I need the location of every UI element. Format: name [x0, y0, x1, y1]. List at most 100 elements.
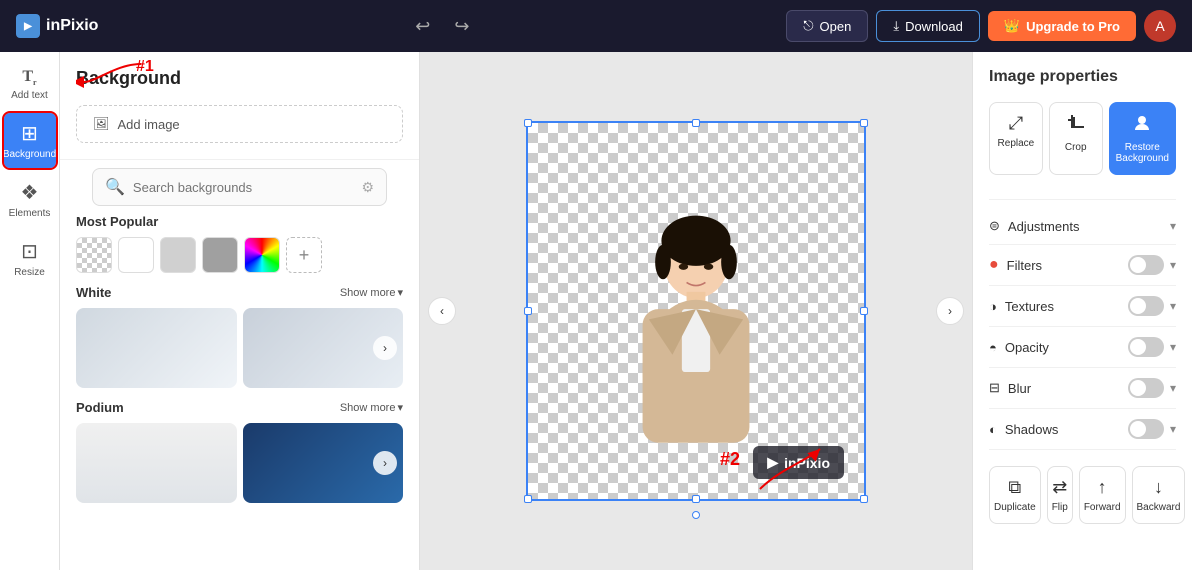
podium-arrow-btn[interactable]: ›: [373, 451, 397, 475]
opacity-toggle[interactable]: [1128, 337, 1164, 357]
handle-tl[interactable]: [524, 119, 532, 127]
shadows-row: ◐ Shadows ▾: [989, 409, 1176, 450]
forward-icon: ↑: [1098, 477, 1107, 498]
shadows-controls: ▾: [1128, 419, 1176, 439]
open-label: Open: [820, 19, 852, 34]
white-image-2[interactable]: ›: [243, 308, 404, 388]
flip-label: Flip: [1052, 502, 1068, 513]
upgrade-button[interactable]: 👑 Upgrade to Pro: [988, 11, 1136, 41]
resize-icon: ⊡: [21, 239, 38, 264]
blur-chevron[interactable]: ▾: [1170, 381, 1176, 395]
avatar[interactable]: A: [1144, 10, 1176, 42]
upgrade-label: Upgrade to Pro: [1026, 19, 1120, 34]
swatch-rainbow[interactable]: [244, 237, 280, 273]
podium-image-1[interactable]: [76, 423, 237, 503]
handle-bm[interactable]: [692, 495, 700, 503]
forward-button[interactable]: ↑ Forward: [1079, 466, 1126, 524]
blur-icon: ⊟: [989, 380, 1000, 396]
color-swatches: +: [76, 237, 403, 273]
swatch-transparent[interactable]: [76, 237, 112, 273]
podium-image-2[interactable]: ›: [243, 423, 404, 503]
adjustments-controls: ▾: [1170, 219, 1176, 233]
replace-button[interactable]: ⤢ Replace: [989, 102, 1043, 175]
handle-bottom-center[interactable]: [692, 511, 700, 519]
add-image-label: Add image: [118, 117, 180, 132]
white-image-1[interactable]: [76, 308, 237, 388]
white-arrow-btn[interactable]: ›: [373, 336, 397, 360]
adjustments-icon: ⊜: [989, 218, 1000, 234]
restore-bg-button[interactable]: Restore Background: [1109, 102, 1176, 175]
blur-toggle[interactable]: [1128, 378, 1164, 398]
adjustments-chevron[interactable]: ▾: [1170, 219, 1176, 233]
filters-toggle[interactable]: [1128, 255, 1164, 275]
action-buttons: ⤢ Replace Crop Restore Background: [989, 102, 1176, 175]
podium-show-more[interactable]: Show more ▾: [340, 401, 403, 414]
duplicate-button[interactable]: ⧉ Duplicate: [989, 466, 1041, 524]
crop-button[interactable]: Crop: [1049, 102, 1103, 175]
white-show-more[interactable]: Show more ▾: [340, 286, 403, 299]
sidebar-item-add-text[interactable]: Tr Add text: [4, 60, 56, 109]
filters-label: ● Filters: [989, 256, 1042, 274]
logo-icon: ▶: [16, 14, 40, 38]
bottom-actions: ⧉ Duplicate ⇄ Flip ↑ Forward ↓ Backward: [989, 466, 1176, 524]
crop-label: Crop: [1065, 142, 1087, 153]
open-button[interactable]: ⎋ Open: [786, 10, 868, 42]
search-bar: 🔍 ⚙: [92, 168, 387, 206]
swatch-gray[interactable]: [202, 237, 238, 273]
download-button[interactable]: ⤓ Download: [876, 10, 980, 42]
left-panel: Background #1 🖼 Add image 🔍: [60, 52, 420, 570]
filters-row: ● Filters ▾: [989, 245, 1176, 286]
filter-icon[interactable]: ⚙: [361, 179, 374, 196]
canvas-nav-right[interactable]: ›: [936, 297, 964, 325]
adjustments-label: ⊜ Adjustments: [989, 218, 1079, 234]
backward-button[interactable]: ↓ Backward: [1132, 466, 1186, 524]
restore-bg-icon: [1132, 113, 1152, 138]
open-icon: ⎋: [803, 18, 813, 34]
swatch-white[interactable]: [118, 237, 154, 273]
add-image-button[interactable]: 🖼 Add image: [76, 105, 403, 143]
shadows-chevron[interactable]: ▾: [1170, 422, 1176, 436]
canvas-nav-left[interactable]: ‹: [428, 297, 456, 325]
bg-list: Most Popular + White Show more ▾: [60, 214, 419, 570]
sidebar-item-resize[interactable]: ⊡ Resize: [4, 231, 56, 286]
category-podium-name: Podium: [76, 400, 124, 415]
textures-toggle[interactable]: [1128, 296, 1164, 316]
handle-tm[interactable]: [692, 119, 700, 127]
handle-br[interactable]: [860, 495, 868, 503]
sidebar-icons: Tr Add text ⊞ Background ❖ Elements ⊡ Re…: [0, 52, 60, 570]
backward-label: Backward: [1137, 502, 1181, 513]
elements-icon: ❖: [21, 180, 39, 205]
textures-icon: ◑: [989, 299, 997, 314]
blur-row: ⊟ Blur ▾: [989, 368, 1176, 409]
swatch-light-gray[interactable]: [160, 237, 196, 273]
handle-bl[interactable]: [524, 495, 532, 503]
sidebar-item-elements[interactable]: ❖ Elements: [4, 172, 56, 227]
shadows-toggle[interactable]: [1128, 419, 1164, 439]
download-icon: ⤓: [893, 18, 899, 34]
canvas-area: ‹: [420, 52, 972, 570]
textures-chevron[interactable]: ▾: [1170, 299, 1176, 313]
annotation-arrow-2: [750, 439, 830, 499]
redo-button[interactable]: ↪: [448, 10, 475, 43]
flip-button[interactable]: ⇄ Flip: [1047, 466, 1073, 524]
undo-button[interactable]: ↩: [409, 10, 436, 43]
annotation-arrow-1: [76, 54, 146, 94]
annotation-2: #2: [720, 449, 740, 470]
opacity-row: ◓ Opacity ▾: [989, 327, 1176, 368]
sidebar-item-background[interactable]: ⊞ Background: [4, 113, 56, 168]
opacity-chevron[interactable]: ▾: [1170, 340, 1176, 354]
handle-tr[interactable]: [860, 119, 868, 127]
handle-rm[interactable]: [860, 307, 868, 315]
swatch-add-button[interactable]: +: [286, 237, 322, 273]
category-podium: Podium Show more ▾ ›: [76, 400, 403, 503]
text-icon: Tr: [22, 68, 36, 87]
search-input[interactable]: [133, 180, 354, 195]
most-popular-section: Most Popular +: [76, 214, 403, 273]
filters-chevron[interactable]: ▾: [1170, 258, 1176, 272]
handle-lm[interactable]: [524, 307, 532, 315]
shadows-label: ◐ Shadows: [989, 422, 1058, 437]
upgrade-icon: 👑: [1004, 18, 1020, 34]
adjustments-row: ⊜ Adjustments ▾: [989, 208, 1176, 245]
replace-label: Replace: [998, 138, 1035, 149]
podium-image-grid: ›: [76, 423, 403, 503]
